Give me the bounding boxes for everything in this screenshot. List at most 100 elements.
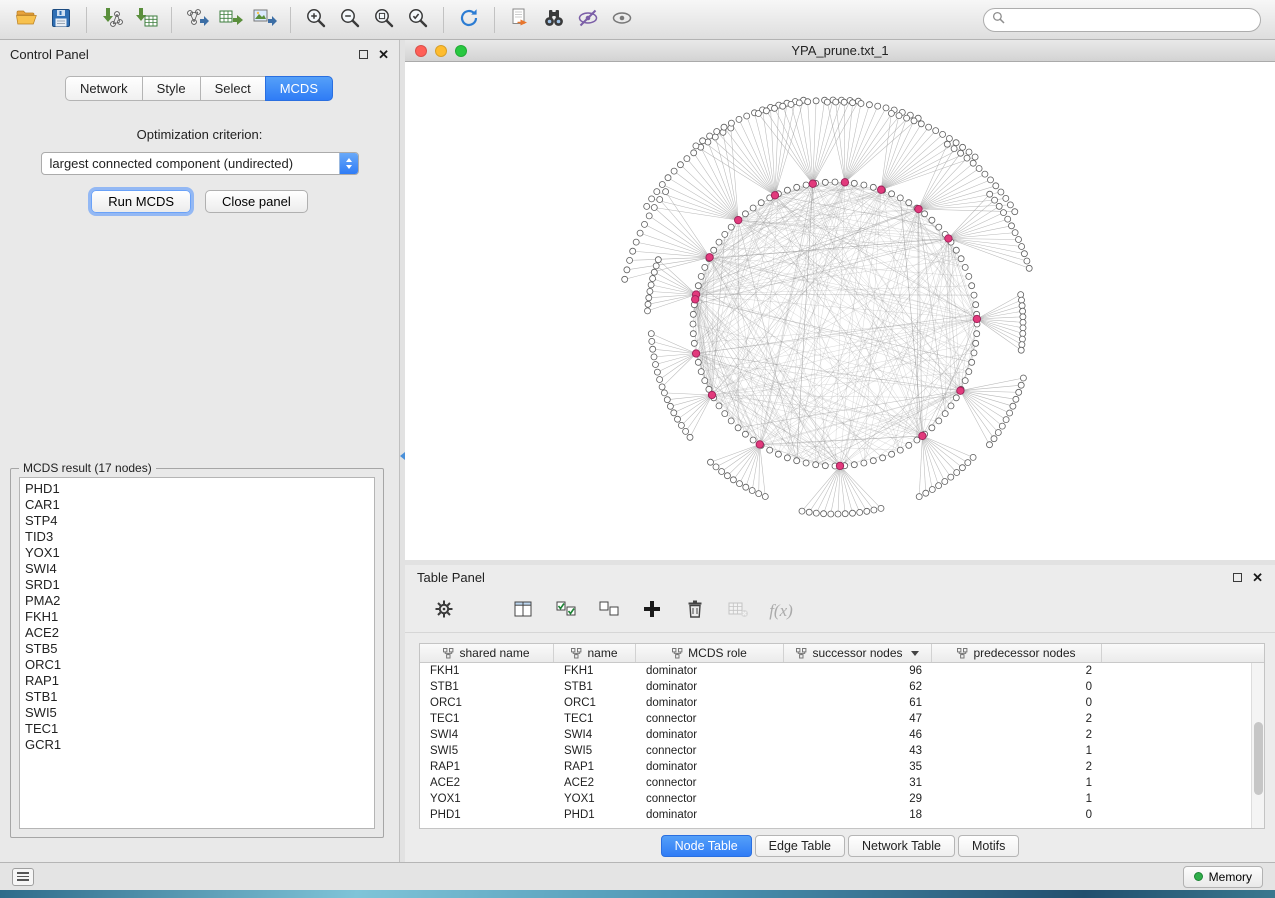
select-all-rows-button[interactable]: [553, 598, 579, 624]
table-row[interactable]: TEC1TEC1connector472: [420, 711, 1251, 727]
table-row[interactable]: RAP1RAP1dominator352: [420, 759, 1251, 775]
mcds-result-item[interactable]: ORC1: [25, 657, 369, 673]
export-table-button[interactable]: [214, 4, 248, 36]
trash-icon: [685, 599, 705, 622]
sort-chevron-icon: [911, 651, 919, 656]
clear-selection-button[interactable]: [596, 598, 622, 624]
table-cell: 18: [784, 807, 932, 823]
mcds-result-list[interactable]: PHD1CAR1STP4TID3YOX1SWI4SRD1PMA2FKH1ACE2…: [19, 477, 375, 829]
tab-network-table[interactable]: Network Table: [848, 835, 955, 857]
mcds-result-item[interactable]: STB1: [25, 689, 369, 705]
binoculars-search-icon: [541, 6, 567, 33]
mcds-result-item[interactable]: SWI5: [25, 705, 369, 721]
find-button[interactable]: [537, 4, 571, 36]
add-column-button[interactable]: [639, 598, 665, 624]
hamburger-menu-icon[interactable]: [12, 868, 34, 886]
mcds-result-item[interactable]: PMA2: [25, 593, 369, 609]
column-header-predecessor-nodes[interactable]: predecessor nodes: [932, 644, 1102, 662]
mcds-result-item[interactable]: PHD1: [25, 481, 369, 497]
table-row[interactable]: ACE2ACE2connector311: [420, 775, 1251, 791]
delete-column-button[interactable]: [682, 598, 708, 624]
table-row[interactable]: ORC1ORC1dominator610: [420, 695, 1251, 711]
network-window-titlebar[interactable]: YPA_prune.txt_1: [405, 40, 1275, 62]
zoom-out-button[interactable]: [333, 4, 367, 36]
zoom-fit-button[interactable]: [367, 4, 401, 36]
float-panel-icon[interactable]: [359, 50, 368, 59]
table-row[interactable]: YOX1YOX1connector291: [420, 791, 1251, 807]
float-panel-icon[interactable]: [1233, 573, 1242, 582]
search-input[interactable]: [1010, 13, 1252, 27]
optimization-criterion-select[interactable]: largest connected component (undirected): [41, 152, 359, 175]
tab-network[interactable]: Network: [65, 76, 143, 101]
memory-button[interactable]: Memory: [1183, 866, 1263, 888]
search-box[interactable]: [983, 8, 1261, 32]
close-traffic-light[interactable]: [415, 45, 427, 57]
import-network-button[interactable]: [95, 4, 129, 36]
network-canvas[interactable]: [405, 62, 1275, 560]
mcds-result-item[interactable]: TID3: [25, 529, 369, 545]
control-panel: Control Panel ✕ Network Style Select MCD…: [0, 40, 400, 862]
mcds-result-item[interactable]: ACE2: [25, 625, 369, 641]
import-table-button[interactable]: [129, 4, 163, 36]
table-row[interactable]: FKH1FKH1dominator962: [420, 663, 1251, 679]
zoom-in-button[interactable]: [299, 4, 333, 36]
table-cell: dominator: [636, 807, 784, 823]
table-cell: dominator: [636, 663, 784, 679]
mcds-result-item[interactable]: RAP1: [25, 673, 369, 689]
mcds-result-item[interactable]: YOX1: [25, 545, 369, 561]
column-header-MCDS-role[interactable]: MCDS role: [636, 644, 784, 662]
table-cell: dominator: [636, 727, 784, 743]
table-cell: TEC1: [554, 711, 636, 727]
zoom-selected-button[interactable]: [401, 4, 435, 36]
table-cell: 1: [932, 775, 1102, 791]
scrollbar-thumb[interactable]: [1254, 722, 1263, 795]
open-session-button[interactable]: [10, 4, 44, 36]
close-panel-icon[interactable]: ✕: [1252, 571, 1263, 584]
table-scrollbar[interactable]: [1251, 663, 1264, 828]
maximize-traffic-light[interactable]: [455, 45, 467, 57]
tab-select[interactable]: Select: [200, 76, 266, 101]
column-header-shared-name[interactable]: shared name: [420, 644, 554, 662]
mcds-result-item[interactable]: STB5: [25, 641, 369, 657]
table-row[interactable]: PHD1PHD1dominator180: [420, 807, 1251, 823]
close-panel-icon[interactable]: ✕: [378, 48, 389, 61]
save-session-button[interactable]: [44, 4, 78, 36]
show-all-button[interactable]: [605, 4, 639, 36]
mcds-result-groupbox: MCDS result (17 nodes) PHD1CAR1STP4TID3Y…: [10, 468, 384, 838]
tab-edge-table[interactable]: Edge Table: [755, 835, 845, 857]
mcds-result-item[interactable]: SWI4: [25, 561, 369, 577]
export-image-button[interactable]: [248, 4, 282, 36]
table-row[interactable]: SWI5SWI5connector431: [420, 743, 1251, 759]
close-panel-button[interactable]: Close panel: [205, 190, 308, 213]
tab-motifs[interactable]: Motifs: [958, 835, 1019, 857]
table-options-button[interactable]: [431, 598, 457, 624]
run-mcds-button[interactable]: Run MCDS: [91, 190, 191, 213]
minimize-traffic-light[interactable]: [435, 45, 447, 57]
export-table-icon: [218, 6, 244, 33]
table-cell: 47: [784, 711, 932, 727]
function-icon: f(x): [769, 601, 793, 621]
mcds-result-item[interactable]: FKH1: [25, 609, 369, 625]
eye-icon: [610, 6, 634, 33]
function-builder-button[interactable]: f(x): [768, 598, 794, 624]
mcds-result-item[interactable]: STP4: [25, 513, 369, 529]
clone-network-button[interactable]: [503, 4, 537, 36]
table-row[interactable]: SWI4SWI4dominator462: [420, 727, 1251, 743]
table-row[interactable]: STB1STB1dominator620: [420, 679, 1251, 695]
show-columns-button[interactable]: [510, 598, 536, 624]
mcds-result-item[interactable]: SRD1: [25, 577, 369, 593]
tab-mcds[interactable]: MCDS: [265, 76, 333, 101]
mcds-result-item[interactable]: GCR1: [25, 737, 369, 753]
tab-node-table[interactable]: Node Table: [661, 835, 752, 857]
tab-style[interactable]: Style: [142, 76, 201, 101]
export-network-button[interactable]: [180, 4, 214, 36]
mcds-result-item[interactable]: TEC1: [25, 721, 369, 737]
control-panel-title: Control Panel: [10, 47, 89, 62]
refresh-button[interactable]: [452, 4, 486, 36]
attribute-icon: [672, 648, 683, 659]
column-header-name[interactable]: name: [554, 644, 636, 662]
table-cell: 35: [784, 759, 932, 775]
hide-selected-button[interactable]: [571, 4, 605, 36]
mcds-result-item[interactable]: CAR1: [25, 497, 369, 513]
column-header-successor-nodes[interactable]: successor nodes: [784, 644, 932, 662]
